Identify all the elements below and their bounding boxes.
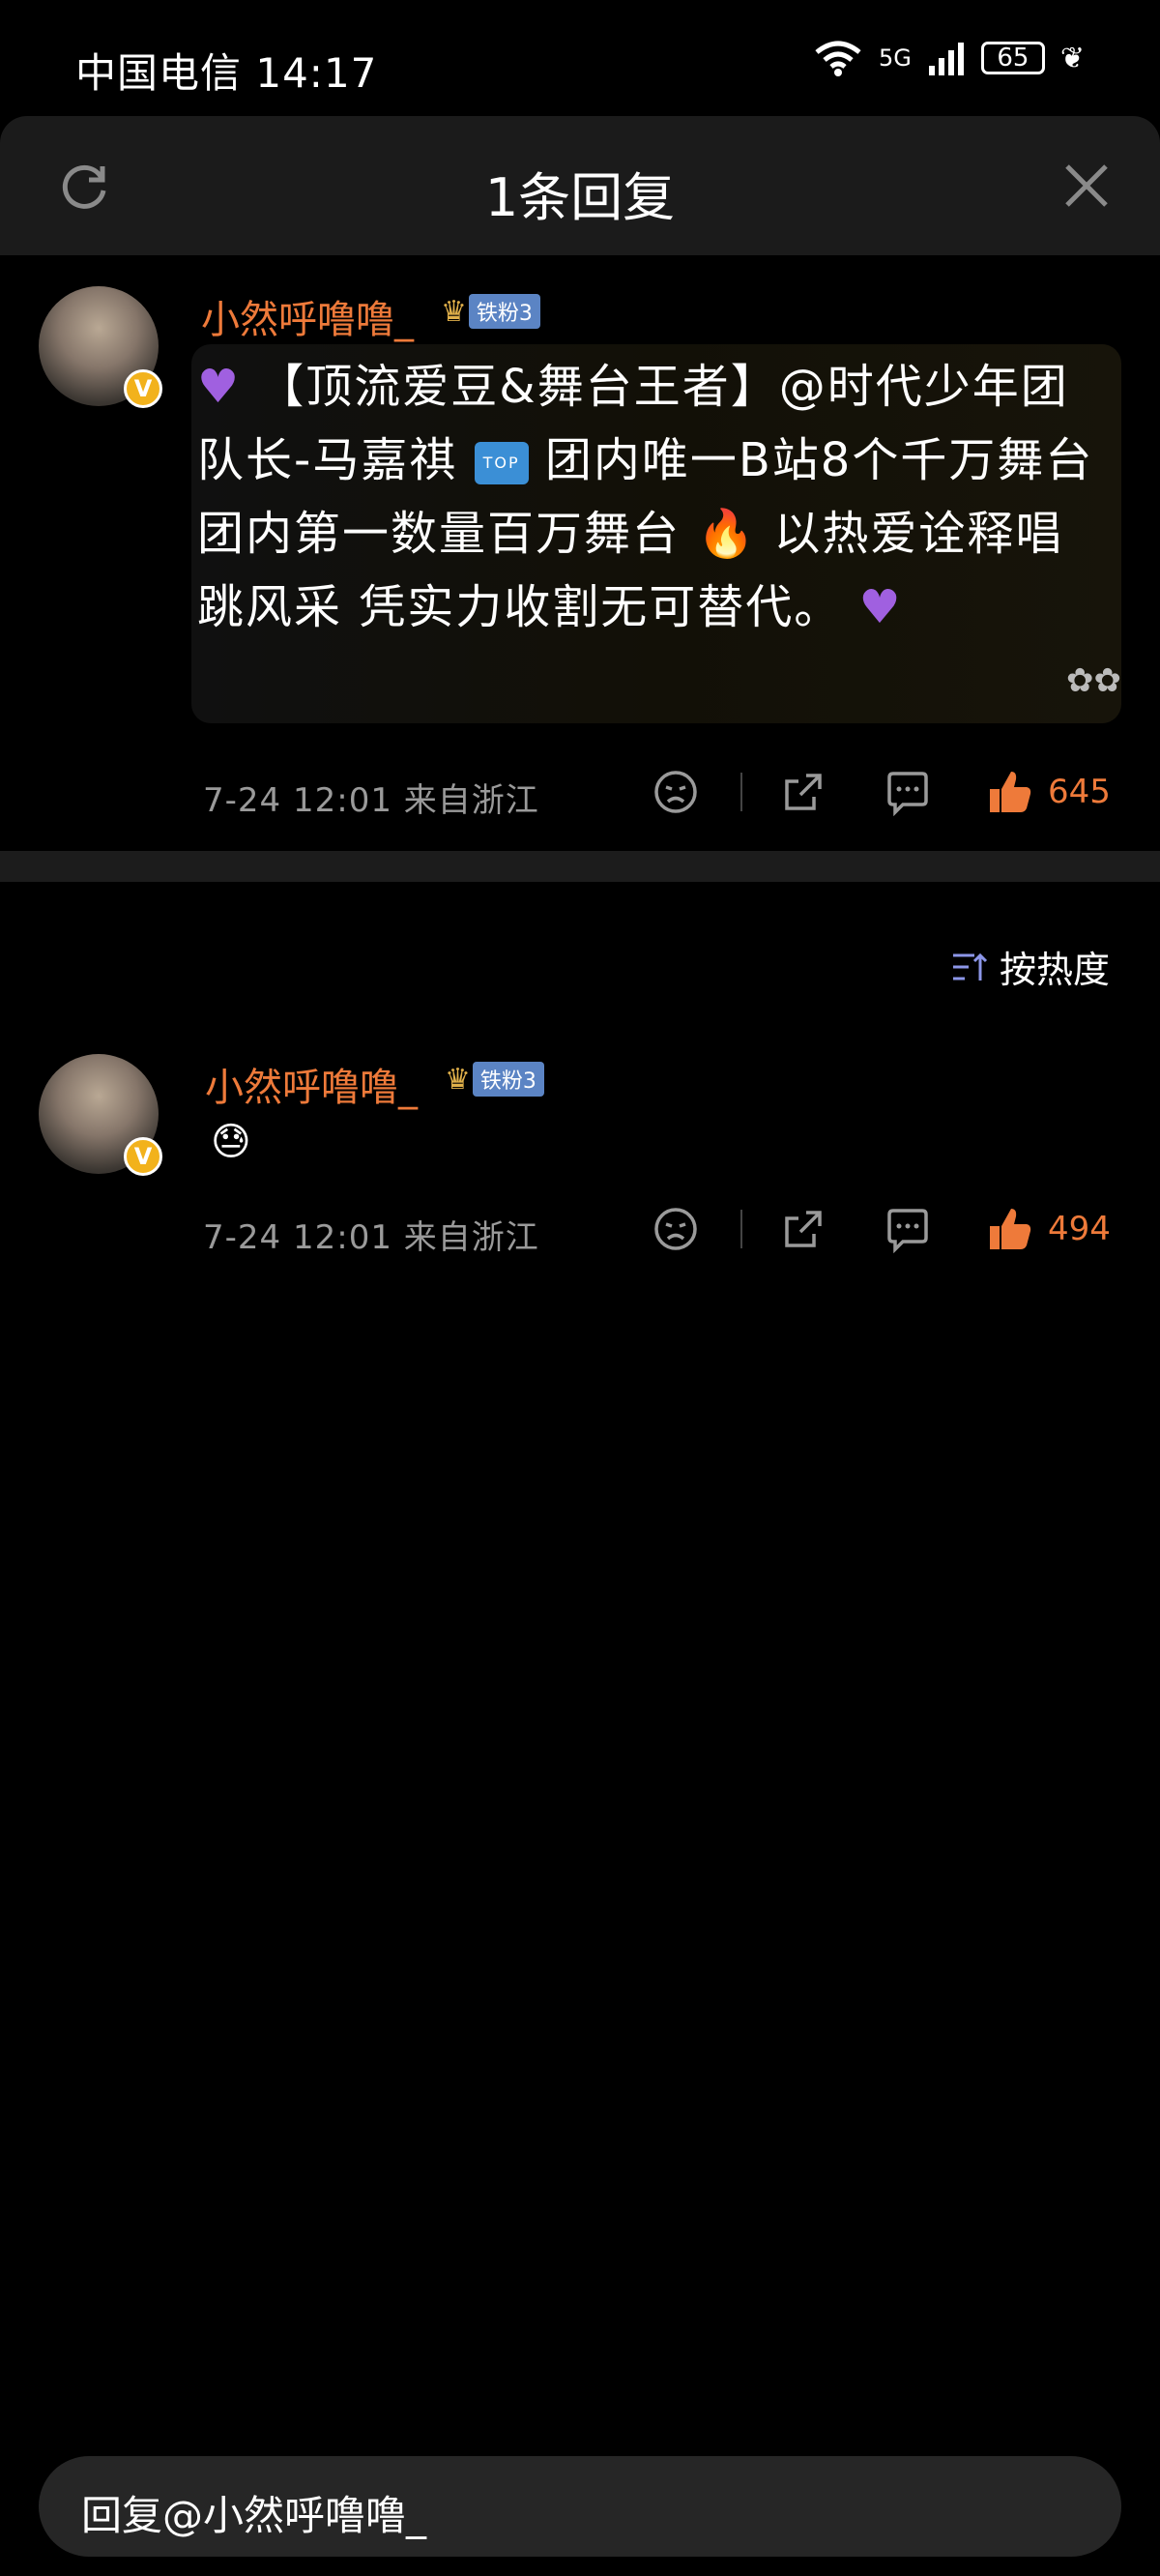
status-icons: 5G 65 ❦ [813, 39, 1085, 77]
status-bar: 中国电信 14:17 5G 65 ❦ [0, 0, 1160, 116]
reply-input-placeholder: 回复@小然呼噜噜_ [81, 2492, 427, 2539]
reply-actions: 494 [652, 1205, 1111, 1253]
fire-icon: 🔥 [697, 507, 758, 561]
top-icon: TOP [474, 442, 529, 484]
comment-username[interactable]: 小然呼噜噜_ [201, 288, 414, 344]
sort-icon [952, 952, 988, 981]
section-divider [0, 851, 1160, 882]
reply-input[interactable]: 回复@小然呼噜噜_ [39, 2456, 1121, 2557]
like-icon[interactable] [986, 768, 1034, 816]
root-comment: V 小然呼噜噜_ ♛ 铁粉3 ♥ 【顶流爱豆&舞台王者】@时代少年团队长-马嘉祺… [0, 255, 1160, 851]
network-label: 5G [878, 44, 912, 72]
purple-heart-icon: ♥ [197, 360, 242, 414]
avatar[interactable]: V [39, 1054, 162, 1176]
comment-actions: 645 [652, 768, 1111, 816]
share-icon[interactable] [779, 1205, 827, 1253]
leaf-icon: ❦ [1059, 41, 1085, 75]
sort-toggle[interactable]: 按热度 [951, 940, 1110, 993]
crown-icon: ♛ [445, 1062, 471, 1097]
verified-badge: V [124, 1137, 162, 1176]
share-icon[interactable] [779, 768, 827, 816]
wifi-icon [815, 41, 861, 76]
comment-meta: 7-24 12:01 来自浙江 [203, 781, 539, 820]
comment-icon[interactable] [884, 1205, 932, 1253]
sticker-emoji: 😓 [211, 1120, 251, 1164]
divider [740, 773, 742, 811]
carrier-time: 中国电信 14:17 [75, 49, 378, 97]
fan-badge: ♛ 铁粉3 [445, 1062, 544, 1097]
divider [740, 1210, 742, 1248]
bubble-decoration-icon: ✿✿ [1066, 661, 1121, 700]
sort-label: 按热度 [999, 949, 1110, 991]
reply-panel-header: 1条回复 [0, 116, 1160, 257]
fan-level-tag: 铁粉3 [468, 294, 540, 329]
comment-text: ♥ 【顶流爱豆&舞台王者】@时代少年团队长-马嘉祺 TOP 团内唯一B站8个千万… [197, 350, 1110, 644]
close-icon[interactable] [1058, 157, 1116, 215]
crown-icon: ♛ [441, 294, 467, 329]
like-count: 494 [1048, 1210, 1111, 1248]
fan-level-tag: 铁粉3 [472, 1062, 544, 1097]
like-icon[interactable] [986, 1205, 1034, 1253]
reply-item: V 小然呼噜噜_ ♛ 铁粉3 😓 7-24 12:01 来自浙江 494 [0, 1044, 1160, 1257]
like-count: 645 [1048, 773, 1111, 811]
reply-meta: 7-24 12:01 来自浙江 [203, 1218, 539, 1257]
reply-username[interactable]: 小然呼噜噜_ [205, 1056, 418, 1112]
page-title: 1条回复 [484, 167, 676, 228]
comment-icon[interactable] [884, 768, 932, 816]
battery-indicator: 65 [980, 42, 1045, 74]
verified-badge: V [124, 369, 162, 408]
dislike-icon[interactable] [652, 768, 700, 816]
signal-icon [928, 43, 964, 75]
dislike-icon[interactable] [652, 1205, 700, 1253]
avatar[interactable]: V [39, 286, 162, 408]
fan-badge: ♛ 铁粉3 [441, 294, 540, 329]
purple-heart-icon: ♥ [858, 580, 903, 634]
